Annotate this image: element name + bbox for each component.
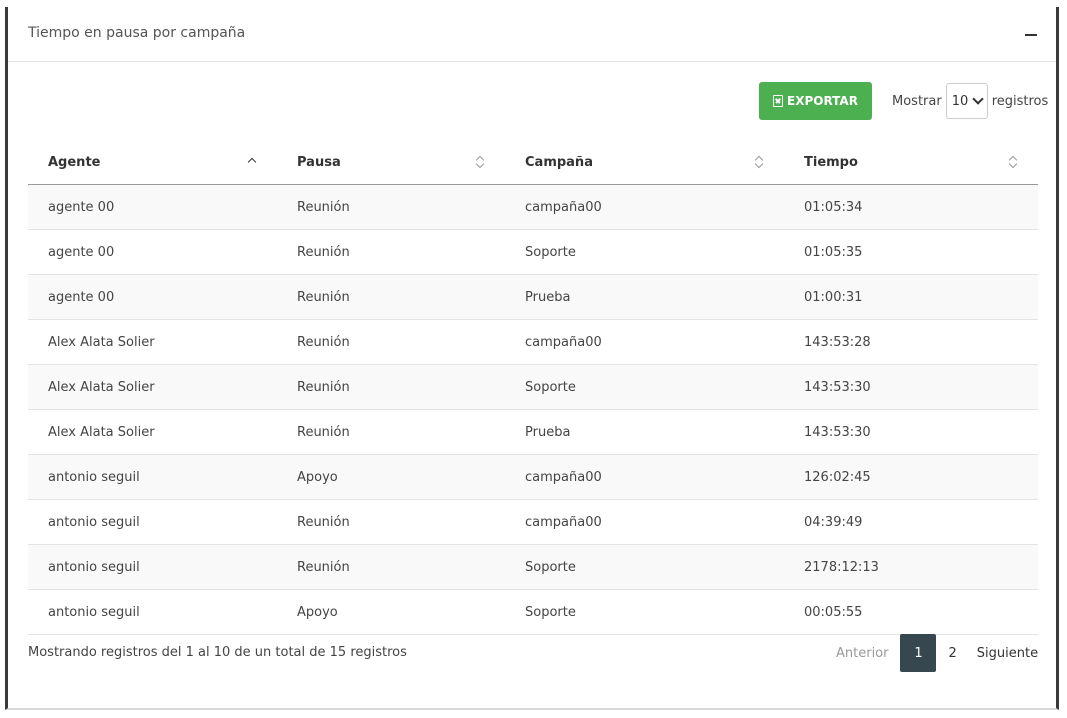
- sort-icon: [475, 155, 485, 169]
- cell-agente: agente 00: [28, 229, 277, 275]
- cell-campana: campaña00: [505, 184, 784, 230]
- cell-tiempo: 2178:12:13: [784, 544, 1038, 590]
- cell-pausa: Reunión: [277, 184, 505, 230]
- table-body: agente 00 Reunión campaña00 01:05:34 agente …: [28, 184, 1038, 635]
- cell-campana: Soporte: [505, 364, 784, 410]
- excel-file-icon: [773, 95, 784, 107]
- cell-tiempo: 01:00:31: [784, 274, 1038, 320]
- cell-pausa: Apoyo: [277, 589, 505, 635]
- table-row: antonio seguil Reunión Soporte 2178:12:13: [28, 544, 1038, 590]
- page-button-1[interactable]: 1: [900, 634, 937, 672]
- sort-icon: [1008, 155, 1018, 169]
- cell-campana: Soporte: [505, 544, 784, 590]
- table-row: Alex Alata Solier Reunión campaña00 143:53:…: [28, 319, 1038, 365]
- cell-campana: campaña00: [505, 454, 784, 500]
- report-card: Tiempo en pausa por campaña EXPORTAR Mos…: [5, 7, 1059, 710]
- card-title: Tiempo en pausa por campaña: [28, 25, 246, 41]
- column-header-label: Pausa: [297, 154, 341, 170]
- column-header-tiempo[interactable]: Tiempo: [784, 140, 1038, 185]
- records-label: registros: [991, 93, 1049, 109]
- cell-agente: antonio seguil: [28, 544, 277, 590]
- cell-tiempo: 01:05:34: [784, 184, 1038, 230]
- page-button-2[interactable]: 2: [938, 634, 966, 672]
- table-header-row: Agente Pausa Campaña Tiempo: [28, 140, 1038, 185]
- cell-agente: antonio seguil: [28, 499, 277, 545]
- minus-icon: [1025, 34, 1037, 36]
- cell-campana: Prueba: [505, 409, 784, 455]
- sort-ascending-icon: [247, 155, 257, 169]
- cell-pausa: Reunión: [277, 274, 505, 320]
- column-header-label: Tiempo: [804, 154, 858, 170]
- column-header-label: Agente: [48, 154, 101, 170]
- table-row: agente 00 Reunión Prueba 01:00:31: [28, 274, 1038, 320]
- page-size-control: Mostrar 10 registros: [892, 82, 1048, 120]
- cell-tiempo: 143:53:28: [784, 319, 1038, 365]
- column-header-campana[interactable]: Campaña: [505, 140, 784, 185]
- cell-pausa: Reunión: [277, 499, 505, 545]
- cell-tiempo: 00:05:55: [784, 589, 1038, 635]
- cell-agente: agente 00: [28, 274, 277, 320]
- next-page-button[interactable]: Siguiente: [967, 634, 1048, 672]
- cell-pausa: Reunión: [277, 229, 505, 275]
- cell-campana: Soporte: [505, 589, 784, 635]
- card-header: Tiempo en pausa por campaña: [8, 7, 1056, 62]
- cell-agente: agente 00: [28, 184, 277, 230]
- pause-time-table: Agente Pausa Campaña Tiempo agente 00 Reu…: [28, 140, 1038, 635]
- table-info: Mostrando registros del 1 al 10 de un to…: [28, 645, 407, 660]
- cell-campana: campaña00: [505, 499, 784, 545]
- chevron-down-icon: [972, 93, 984, 105]
- collapse-button[interactable]: [1022, 24, 1042, 44]
- cell-agente: Alex Alata Solier: [28, 319, 277, 365]
- table-row: agente 00 Reunión campaña00 01:05:34: [28, 184, 1038, 230]
- previous-page-button[interactable]: Anterior: [826, 634, 898, 672]
- cell-agente: Alex Alata Solier: [28, 409, 277, 455]
- table-row: Alex Alata Solier Reunión Prueba 143:53:30: [28, 409, 1038, 455]
- pagination: Anterior 1 2 Siguiente: [826, 634, 1048, 672]
- cell-pausa: Reunión: [277, 544, 505, 590]
- cell-tiempo: 143:53:30: [784, 409, 1038, 455]
- column-header-label: Campaña: [525, 154, 593, 170]
- page-size-value: 10: [951, 93, 969, 109]
- export-button[interactable]: EXPORTAR: [759, 82, 872, 120]
- sort-icon: [754, 155, 764, 169]
- page-size-select[interactable]: 10: [945, 83, 988, 119]
- cell-pausa: Reunión: [277, 319, 505, 365]
- cell-campana: Prueba: [505, 274, 784, 320]
- column-header-pausa[interactable]: Pausa: [277, 140, 505, 185]
- cell-pausa: Reunión: [277, 364, 505, 410]
- table-row: Alex Alata Solier Reunión Soporte 143:53:30: [28, 364, 1038, 410]
- cell-agente: Alex Alata Solier: [28, 364, 277, 410]
- column-header-agente[interactable]: Agente: [28, 140, 277, 185]
- table-row: antonio seguil Apoyo campaña00 126:02:45: [28, 454, 1038, 500]
- export-button-label: EXPORTAR: [787, 94, 858, 108]
- cell-pausa: Apoyo: [277, 454, 505, 500]
- cell-tiempo: 126:02:45: [784, 454, 1038, 500]
- cell-tiempo: 143:53:30: [784, 364, 1038, 410]
- cell-campana: campaña00: [505, 319, 784, 365]
- cell-tiempo: 01:05:35: [784, 229, 1038, 275]
- cell-pausa: Reunión: [277, 409, 505, 455]
- table-row: agente 00 Reunión Soporte 01:05:35: [28, 229, 1038, 275]
- cell-agente: antonio seguil: [28, 454, 277, 500]
- cell-tiempo: 04:39:49: [784, 499, 1038, 545]
- cell-campana: Soporte: [505, 229, 784, 275]
- show-label: Mostrar: [892, 93, 942, 109]
- cell-agente: antonio seguil: [28, 589, 277, 635]
- table-row: antonio seguil Reunión campaña00 04:39:49: [28, 499, 1038, 545]
- table-row: antonio seguil Apoyo Soporte 00:05:55: [28, 589, 1038, 635]
